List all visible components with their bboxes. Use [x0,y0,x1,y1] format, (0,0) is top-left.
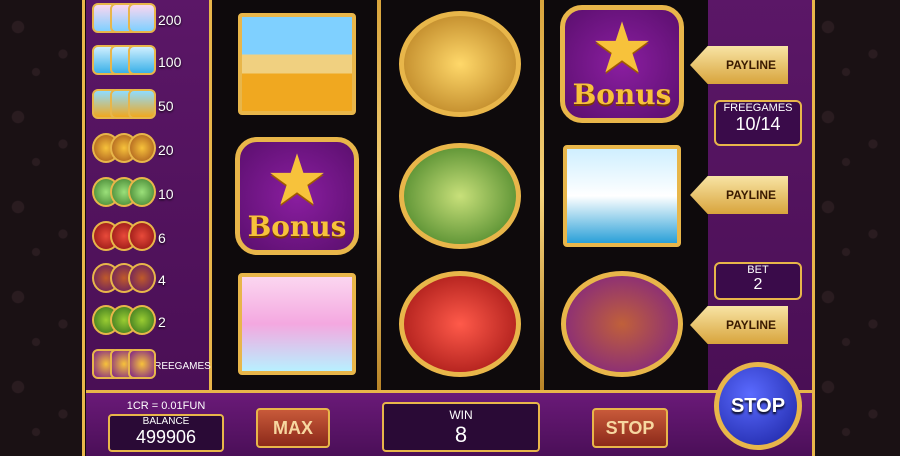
cash-icon [92,177,156,211]
stop-spin-button[interactable]: STOP [714,362,802,450]
champagne-symbol [398,140,522,252]
payline-arrow-top: PAYLINE [690,46,788,84]
max-bet-button[interactable]: MAX [256,408,330,448]
cognac-symbol [560,268,684,380]
freegames-value: 10/14 [735,114,781,134]
pay-value: 10 [158,186,174,202]
ruby-ring-symbol [398,268,522,380]
paytable-row: 50 [92,88,210,124]
car-icon [92,89,156,123]
bonus-label: Bonus [247,209,347,243]
paytable-row: 100 [92,44,210,80]
ring-icon [92,221,156,255]
paytable-row: 4 [92,262,210,298]
paytable-row: FREEGAMES [92,348,211,384]
stop-button[interactable]: STOP [592,408,668,448]
gold-bars-icon [92,133,156,167]
pay-value: 4 [158,272,166,288]
freegames-counter: FREEGAMES 10/14 [714,100,802,146]
pay-value: 50 [158,98,174,114]
bet-display: BET 2 [714,262,802,300]
pay-value: 200 [158,12,182,28]
private-jet-symbol [235,268,359,380]
yacht-icon [92,45,156,79]
bonus-star-icon [92,349,156,383]
cognac-icon [92,263,156,297]
star-icon: ★ [590,8,654,87]
pay-value: 100 [158,54,182,70]
credit-rate: 1CR = 0.01FUN [126,400,206,412]
pay-value: FREEGAMES [148,360,211,372]
reel-divider [540,0,544,390]
pay-value: 2 [158,314,166,330]
paytable-row: 20 [92,132,210,168]
payline-arrow-bottom: PAYLINE [690,306,788,344]
balance-label: BALANCE [142,416,190,427]
bet-value: 2 [753,276,763,293]
balance-display: BALANCE 499906 [108,414,224,452]
freegames-label: FREEGAMES [723,102,793,114]
star-icon: ★ [265,140,329,219]
pay-value: 6 [158,230,166,246]
champagne-icon [92,305,156,339]
paytable-row: 200 [92,2,210,38]
payline-arrow-middle: PAYLINE [690,176,788,214]
win-label: WIN [449,408,473,422]
payline-label: PAYLINE [725,58,776,72]
sports-car-symbol [235,8,359,120]
paytable: 200 100 50 20 10 6 4 2 FREEGAMES [86,0,212,390]
payline-label: PAYLINE [725,188,776,202]
win-value: 8 [454,422,468,447]
pay-value: 20 [158,142,174,158]
bonus-label: Bonus [572,77,672,111]
paytable-row: 2 [92,304,210,340]
paytable-row: 6 [92,220,210,256]
payline-label: PAYLINE [725,318,776,332]
yacht-symbol [560,140,684,252]
bonus-star-symbol: ★ Bonus [560,5,684,123]
jet-icon [92,3,156,37]
bonus-star-symbol: ★ Bonus [235,137,359,255]
balance-value: 499906 [135,427,197,447]
win-display: WIN 8 [382,402,540,452]
bet-label: BET [747,264,769,276]
gold-bars-symbol [398,8,522,120]
reel-divider [377,0,381,390]
paytable-row: 10 [92,176,210,212]
